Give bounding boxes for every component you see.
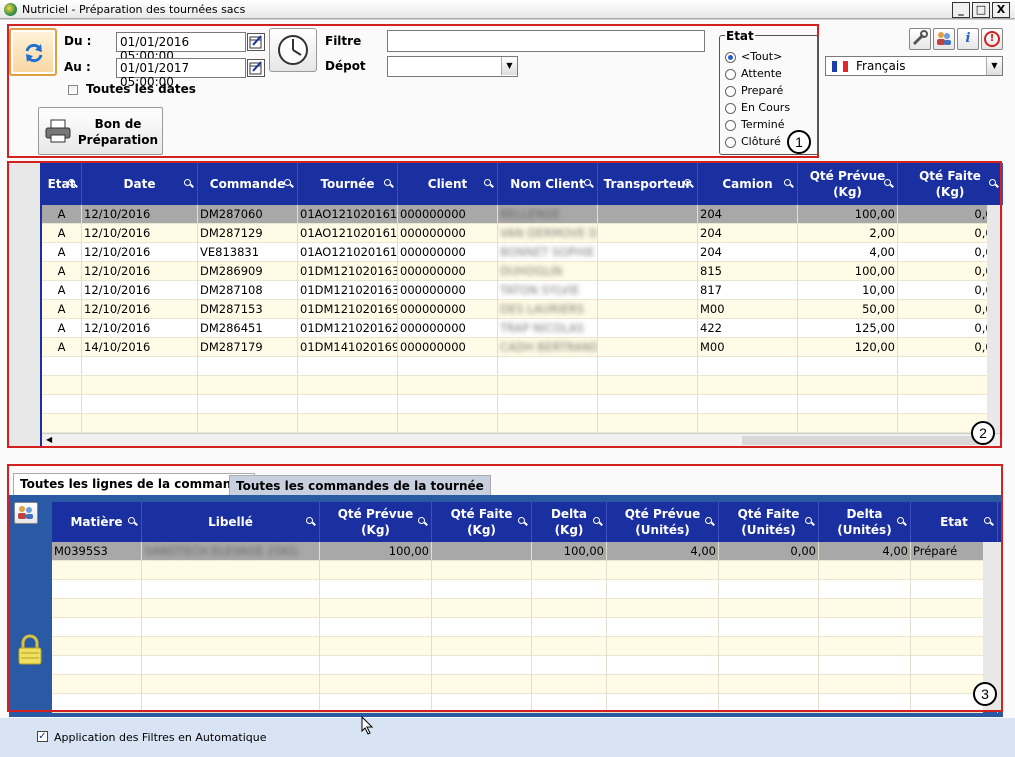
printer-icon <box>45 118 71 144</box>
users-icon <box>937 32 951 45</box>
marker-1: 1 <box>787 130 811 154</box>
chevron-down-icon[interactable]: ▼ <box>986 57 1002 75</box>
tools-button[interactable] <box>909 28 931 50</box>
all-dates-label: Toutes les dates <box>86 82 196 96</box>
info-button[interactable]: i <box>957 28 979 50</box>
maximize-button[interactable]: □ <box>972 2 990 18</box>
au-label: Au : <box>64 60 91 74</box>
etat-radio-5[interactable] <box>725 137 736 148</box>
language-value: Français <box>856 59 906 73</box>
france-flag-icon <box>832 61 848 72</box>
au-date-input[interactable]: 01/01/2017 05:00:00 <box>116 58 246 89</box>
bon-preparation-label: Bon de Préparation <box>75 116 161 148</box>
etat-radio-3[interactable] <box>725 103 736 114</box>
bon-line-1: Bon de <box>94 117 142 131</box>
etat-radio-label: Clôturé <box>741 135 781 148</box>
lines-grid-highlight <box>7 464 1003 712</box>
filtre-input[interactable] <box>387 30 705 52</box>
auto-filter-checkbox[interactable]: ✓ <box>37 731 48 742</box>
etat-radio-2[interactable] <box>725 86 736 97</box>
mouse-cursor-icon <box>361 715 375 739</box>
power-icon: ! <box>984 31 1000 47</box>
depot-label: Dépot <box>325 59 366 73</box>
du-calendar-icon[interactable] <box>247 33 265 51</box>
chevron-down-icon[interactable]: ▼ <box>501 57 517 75</box>
title-bar: Nutriciel - Préparation des tournées sac… <box>0 0 1015 19</box>
clock-icon <box>278 35 308 65</box>
close-button[interactable]: X <box>992 2 1010 18</box>
etat-radio-label: Terminé <box>741 118 785 131</box>
refresh-button[interactable] <box>9 28 57 76</box>
etat-radio-1[interactable] <box>725 69 736 80</box>
filtre-label: Filtre <box>325 34 362 48</box>
etat-radio-label: Attente <box>741 67 782 80</box>
window-title: Nutriciel - Préparation des tournées sac… <box>22 3 246 16</box>
etat-radio-label: <Tout> <box>741 50 783 63</box>
wrench-icon <box>912 30 928 46</box>
depot-select[interactable]: ▼ <box>387 56 518 77</box>
au-calendar-icon[interactable] <box>247 59 265 77</box>
app-icon <box>4 3 17 16</box>
bon-line-2: Préparation <box>77 133 159 147</box>
refresh-icon <box>25 43 43 63</box>
orders-grid-highlight <box>7 161 1002 448</box>
du-date-input[interactable]: 01/01/2016 05:00:00 <box>116 32 246 63</box>
all-dates-checkbox[interactable] <box>68 85 78 95</box>
etat-radio-4[interactable] <box>725 120 736 131</box>
marker-3: 3 <box>973 682 997 706</box>
auto-filter-label: Application des Filtres en Automatique <box>54 731 267 744</box>
du-label: Du : <box>64 34 92 48</box>
etat-radio-0[interactable] <box>725 52 736 63</box>
marker-2: 2 <box>971 421 995 445</box>
minimize-button[interactable]: _ <box>952 2 970 18</box>
time-button[interactable] <box>269 28 317 72</box>
etat-radio-label: Preparé <box>741 84 784 97</box>
etat-title: Etat <box>725 29 755 43</box>
language-select[interactable]: Français ▼ <box>825 56 1003 76</box>
bon-preparation-button[interactable]: Bon de Préparation <box>38 107 163 155</box>
power-button[interactable]: ! <box>981 28 1003 50</box>
users-button[interactable] <box>933 28 955 50</box>
etat-radio-label: En Cours <box>741 101 791 114</box>
